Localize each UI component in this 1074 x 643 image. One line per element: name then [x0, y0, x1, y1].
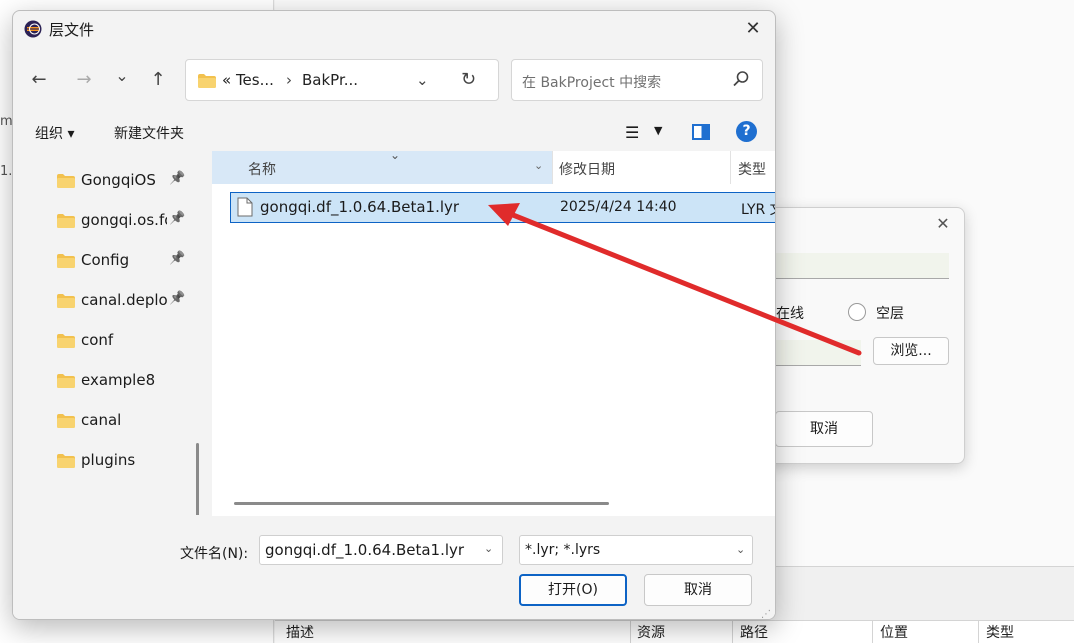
column-filter-dropdown[interactable]: ⌄ — [534, 159, 543, 172]
bg-col-type[interactable]: 类型 — [986, 622, 1014, 642]
file-type-filter[interactable]: *.lyr; *.lyrs ⌄ — [519, 535, 753, 565]
layer-dialog-close-button[interactable]: ✕ — [932, 213, 954, 235]
horizontal-scrollbar[interactable] — [234, 502, 609, 505]
bg-col-separator — [630, 620, 631, 643]
sidebar-item[interactable]: Config 📌 — [13, 241, 189, 281]
navigation-pane: GongqiOS 📌 gongqi.os.fo 📌 Config 📌 canal.deplo… — [13, 153, 199, 515]
chevron-down-icon[interactable]: ⌄ — [736, 543, 745, 556]
filename-field[interactable]: gongqi.df_1.0.64.Beta1.lyr ⌄ — [259, 535, 503, 565]
search-box[interactable]: 在 BakProject 中搜索 — [511, 59, 763, 101]
layer-name-field[interactable] — [775, 253, 949, 279]
nav-scrollbar[interactable] — [196, 443, 199, 515]
folder-icon — [57, 454, 75, 468]
column-date-label[interactable]: 修改日期 — [559, 159, 615, 179]
empty-layer-label[interactable]: 空层 — [876, 303, 904, 323]
dialog-title: 层文件 — [49, 21, 95, 39]
address-bar[interactable]: « Tes... › BakPr... ⌄ ↻ — [185, 59, 499, 101]
layer-path-field[interactable] — [775, 340, 861, 366]
layer-dialog-cancel-button[interactable]: 取消 — [775, 411, 873, 447]
sidebar-item[interactable]: GongqiOS 📌 — [13, 161, 189, 201]
recent-locations-button[interactable]: ⌄ — [107, 61, 137, 91]
pin-icon: 📌 — [169, 251, 186, 266]
address-history-dropdown[interactable]: ⌄ — [416, 71, 429, 89]
browse-button[interactable]: 浏览... — [873, 337, 949, 365]
bg-col-path[interactable]: 路径 — [740, 622, 768, 642]
online-radio-label[interactable]: 在线 — [776, 303, 804, 323]
sidebar-item[interactable]: canal.deploy📌 — [13, 281, 189, 321]
app-icon — [24, 20, 42, 38]
sidebar-item-label[interactable]: conf — [81, 331, 167, 349]
bg-col-separator — [978, 620, 979, 643]
folder-icon — [57, 334, 75, 348]
background-table-header — [275, 620, 1074, 643]
folder-icon — [57, 374, 75, 388]
folder-icon — [57, 294, 75, 308]
bg-col-separator — [872, 620, 873, 643]
sidebar-item[interactable]: example8 — [13, 361, 189, 401]
pin-icon: 📌 — [169, 211, 186, 226]
bg-col-resource[interactable]: 资源 — [637, 622, 665, 642]
file-type-filter-value[interactable]: *.lyr; *.lyrs — [525, 542, 600, 558]
file-icon — [237, 197, 253, 217]
sidebar-item[interactable]: plugins — [13, 441, 189, 481]
folder-icon — [57, 214, 75, 228]
file-type: LYR 文 — [741, 202, 775, 218]
bg-col-separator — [732, 620, 733, 643]
cancel-button[interactable]: 取消 — [644, 574, 752, 606]
sidebar-item-label[interactable]: canal — [81, 411, 167, 429]
file-list: 名称 ⌄ ⌄ 修改日期 类型 gongqi.df_1.0.64.Beta1.ly… — [212, 148, 775, 516]
resize-grip-icon[interactable]: ⋰ — [761, 609, 771, 619]
dialog-footer: 文件名(N): gongqi.df_1.0.64.Beta1.lyr ⌄ *.l… — [13, 516, 775, 619]
sidebar-item[interactable]: gongqi.os.fo 📌 — [13, 201, 189, 241]
file-open-dialog: 层文件 ✕ ← → ⌄ ↑ « Tes... › BakPr... ⌄ ↻ 在 … — [12, 10, 776, 620]
search-input[interactable]: 在 BakProject 中搜索 — [522, 72, 661, 92]
help-icon[interactable]: ? — [736, 121, 757, 142]
organize-menu[interactable]: 组织 ▾ — [35, 123, 74, 143]
forward-button[interactable]: → — [69, 65, 99, 95]
title-bar[interactable]: 层文件 ✕ — [13, 11, 775, 47]
refresh-icon[interactable]: ↻ — [461, 69, 476, 90]
search-icon[interactable] — [732, 70, 750, 88]
folder-icon — [57, 174, 75, 188]
filename-value[interactable]: gongqi.df_1.0.64.Beta1.lyr — [265, 541, 464, 559]
folder-icon — [57, 414, 75, 428]
column-separator[interactable] — [552, 151, 553, 184]
column-separator[interactable] — [730, 151, 731, 184]
file-name[interactable]: gongqi.df_1.0.64.Beta1.lyr — [260, 198, 459, 216]
sidebar-item[interactable]: canal — [13, 401, 189, 441]
open-button[interactable]: 打开(O) — [519, 574, 627, 606]
sort-indicator-icon: ⌄ — [390, 148, 401, 162]
empty-layer-radio[interactable] — [848, 303, 866, 321]
column-name-label[interactable]: 名称 — [248, 159, 276, 179]
view-options-icon[interactable]: ☰ — [625, 123, 639, 142]
folder-icon — [198, 74, 216, 88]
chevron-down-icon[interactable]: ⌄ — [484, 542, 493, 555]
preview-pane-icon[interactable] — [692, 124, 710, 140]
view-dropdown-icon[interactable]: ▼ — [654, 124, 662, 137]
folder-icon — [57, 254, 75, 268]
breadcrumb-separator[interactable]: › — [286, 71, 292, 89]
breadcrumb-current[interactable]: BakPr... — [302, 71, 358, 89]
sidebar-item-label[interactable]: plugins — [81, 451, 167, 469]
filename-label: 文件名(N): — [180, 546, 249, 562]
back-button[interactable]: ← — [24, 65, 54, 95]
sidebar-item-label[interactable]: Config — [81, 251, 167, 269]
sidebar-item-label[interactable]: example8 — [81, 371, 167, 389]
pin-icon: 📌 — [169, 291, 186, 306]
sidebar-item-label[interactable]: canal.deploy — [81, 291, 167, 309]
bg-col-location[interactable]: 位置 — [880, 622, 908, 642]
sidebar-item-label[interactable]: GongqiOS — [81, 171, 167, 189]
close-button[interactable]: ✕ — [741, 18, 765, 42]
file-row[interactable]: gongqi.df_1.0.64.Beta1.lyr 2025/4/24 14:… — [230, 192, 775, 223]
sidebar-item-label[interactable]: gongqi.os.fo — [81, 211, 167, 229]
sidebar-item[interactable]: conf — [13, 321, 189, 361]
new-folder-button[interactable]: 新建文件夹 — [114, 123, 184, 143]
up-button[interactable]: ↑ — [143, 65, 173, 95]
column-type-label[interactable]: 类型 — [738, 159, 766, 179]
breadcrumb-parent[interactable]: « Tes... — [222, 71, 274, 89]
pin-icon: 📌 — [169, 171, 186, 186]
bg-col-description[interactable]: 描述 — [286, 622, 314, 642]
file-date: 2025/4/24 14:40 — [560, 199, 677, 215]
column-header-name[interactable]: 名称 ⌄ ⌄ — [212, 148, 552, 184]
